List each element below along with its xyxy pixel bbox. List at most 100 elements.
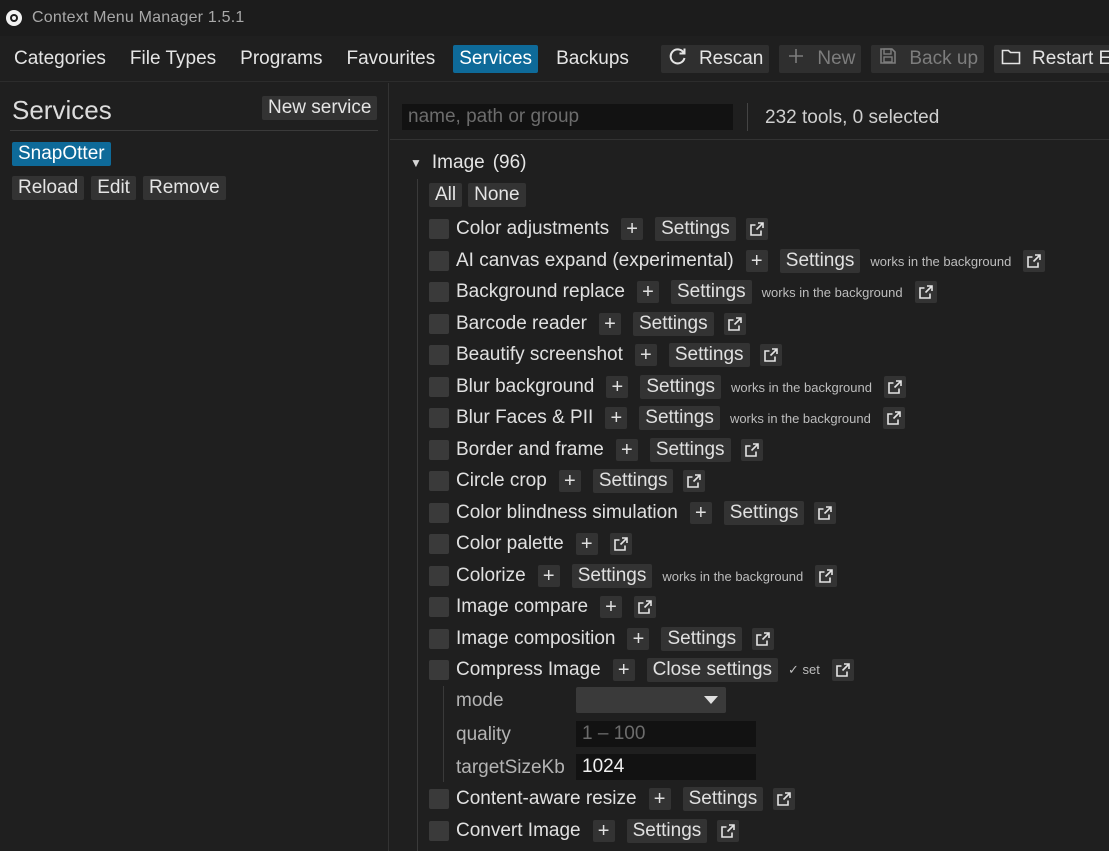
add-to-menu-button[interactable]: + [600,596,623,618]
open-external-icon[interactable] [717,820,740,842]
tools-panel: 232 tools, 0 selected ▼ Image (96) All N… [390,83,1109,851]
open-external-icon[interactable] [723,313,746,335]
tool-row: Color blindness simulation + Settings [429,499,837,527]
settings-button[interactable]: Settings [671,280,752,304]
settings-button[interactable]: Settings [682,787,764,811]
tool-note: works in the background [731,379,872,395]
tool-note: works in the background [729,410,871,426]
reload-button[interactable]: Reload [12,176,85,200]
group-header-image[interactable]: ▼ Image (96) [410,152,527,174]
remove-button[interactable]: Remove [142,176,226,200]
add-to-menu-button[interactable]: + [634,344,657,366]
search-input[interactable] [402,104,733,130]
open-external-icon[interactable] [1023,250,1046,272]
settings-button[interactable]: Settings [668,343,750,367]
settings-button[interactable]: Settings [723,501,805,525]
new-button[interactable]: New [779,44,862,73]
tool-checkbox[interactable] [429,789,449,809]
quality-input[interactable]: 1 – 100 [576,721,756,747]
add-to-menu-button[interactable]: + [592,820,615,842]
settings-button[interactable]: Settings [779,249,861,273]
tool-name: Blur Faces & PII [456,407,594,428]
tool-name: Compress Image [456,659,601,680]
tool-checkbox[interactable] [429,345,449,365]
rescan-button[interactable]: Rescan [660,44,770,73]
service-item-snapotter[interactable]: SnapOtter [12,142,111,166]
tool-checkbox[interactable] [429,219,449,239]
tree-guide-line [417,179,418,851]
open-external-icon[interactable] [752,628,775,650]
add-to-menu-button[interactable]: + [537,565,560,587]
tool-checkbox[interactable] [429,377,449,397]
open-external-icon[interactable] [683,470,706,492]
settings-button[interactable]: Settings [626,819,708,843]
add-to-menu-button[interactable]: + [689,502,712,524]
tool-checkbox[interactable] [429,471,449,491]
tab-services[interactable]: Services [453,44,539,73]
open-external-icon[interactable] [914,281,937,303]
add-to-menu-button[interactable]: + [621,218,644,240]
settings-button[interactable]: Settings [640,375,722,399]
settings-button[interactable]: Settings [632,312,714,336]
add-to-menu-button[interactable]: + [615,439,638,461]
select-none-button[interactable]: None [468,183,526,207]
settings-button[interactable]: Settings [661,627,743,651]
toolbar-divider [390,139,1109,140]
tool-checkbox[interactable] [429,251,449,271]
tool-checkbox[interactable] [429,314,449,334]
edit-button[interactable]: Edit [91,176,136,200]
add-to-menu-button[interactable]: + [575,533,598,555]
open-external-icon[interactable] [814,502,837,524]
tool-checkbox[interactable] [429,282,449,302]
settings-button[interactable]: Settings [571,564,653,588]
settings-button[interactable]: Settings [592,469,674,493]
open-external-icon[interactable] [831,659,854,681]
tool-checkbox[interactable] [429,629,449,649]
tab-file-types[interactable]: File Types [124,45,222,73]
open-external-icon[interactable] [815,565,838,587]
tool-checkbox[interactable] [429,660,449,680]
tool-checkbox[interactable] [429,821,449,841]
settings-button[interactable]: Settings [639,406,720,430]
tool-checkbox[interactable] [429,440,449,460]
add-to-menu-button[interactable]: + [648,788,671,810]
tool-checkbox[interactable] [429,597,449,617]
select-all-button[interactable]: All [429,183,463,207]
settings-button[interactable]: Settings [655,217,736,241]
new-service-button[interactable]: New service [262,96,378,120]
open-external-icon[interactable] [745,218,768,240]
tool-checkbox[interactable] [429,408,449,428]
open-external-icon[interactable] [882,407,905,429]
tab-favourites[interactable]: Favourites [341,45,442,73]
tab-programs[interactable]: Programs [234,45,328,73]
mode-label: mode [456,690,504,711]
tool-name: Colorize [456,565,526,586]
tool-row: Colorize + Settings works in the background [429,562,838,590]
add-to-menu-button[interactable]: + [627,628,650,650]
tool-checkbox[interactable] [429,503,449,523]
tool-checkbox[interactable] [429,534,449,554]
open-external-icon[interactable] [773,788,796,810]
open-external-icon[interactable] [634,596,657,618]
target-size-input[interactable]: 1024 [576,754,756,780]
add-to-menu-button[interactable]: + [605,407,628,429]
expand-triangle-icon: ▼ [410,156,422,170]
add-to-menu-button[interactable]: + [745,250,768,272]
add-to-menu-button[interactable]: + [612,659,635,681]
add-to-menu-button[interactable]: + [637,281,659,303]
tab-backups[interactable]: Backups [550,45,635,73]
settings-button[interactable]: Settings [649,438,731,462]
open-external-icon[interactable] [883,376,906,398]
add-to-menu-button[interactable]: + [558,470,581,492]
tool-checkbox[interactable] [429,566,449,586]
settings-button[interactable]: Close settings [646,658,779,682]
open-external-icon[interactable] [609,533,632,555]
add-to-menu-button[interactable]: + [598,313,621,335]
open-external-icon[interactable] [740,439,763,461]
tab-categories[interactable]: Categories [8,45,112,73]
mode-select[interactable] [576,687,726,713]
add-to-menu-button[interactable]: + [606,376,629,398]
open-external-icon[interactable] [759,344,782,366]
back-up-button[interactable]: Back up [871,44,985,73]
restart-explorer-button[interactable]: Restart Exp [994,44,1109,73]
